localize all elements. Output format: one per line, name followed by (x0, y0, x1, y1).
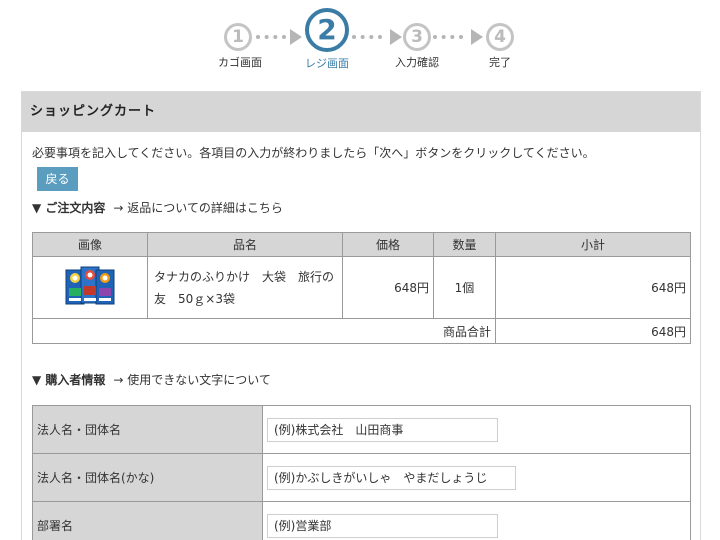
department-cell: (例)営業部 (262, 501, 691, 540)
step-complete: 4 完了 (480, 0, 520, 70)
product-image-cell (32, 256, 148, 319)
department-label: 部署名 (32, 501, 263, 540)
product-image[interactable] (64, 264, 116, 308)
buyer-form: 法人名・団体名 (例)株式会社 山田商事 法人名・団体名(かな) (例)かぶしき… (32, 405, 691, 540)
instruction-text: 必要事項を記入してください。各項目の入力が終わりましたら「次へ」ボタンをクリック… (32, 146, 595, 160)
col-price: 価格 (342, 232, 434, 257)
step-number-1: 1 (224, 23, 252, 51)
product-quantity: 1個 (433, 256, 496, 319)
form-row: 部署名 (例)営業部 (32, 501, 691, 540)
table-row: タナカのふりかけ 大袋 旅行の友 50ｇ×3袋 648円 1個 648円 (32, 256, 691, 319)
company-kana-input[interactable]: (例)かぶしきがいしゃ やまだしょうじ (267, 465, 516, 490)
company-name-cell: (例)株式会社 山田商事 (262, 405, 691, 454)
total-label: 商品合計 (32, 318, 496, 344)
order-header-row: 画像 品名 価格 数量 小計 (32, 232, 691, 257)
invalid-characters-link[interactable]: → 使用できない文字について (113, 373, 271, 387)
step-label: カゴ画面 (218, 56, 262, 69)
buyer-heading: ▼ 購入者情報 → 使用できない文字について (32, 371, 271, 388)
step-label: レジ画面 (305, 57, 349, 70)
returns-link[interactable]: → 返品についての詳細はこちら (113, 201, 283, 215)
product-name: タナカのふりかけ 大袋 旅行の友 50ｇ×3袋 (147, 256, 343, 319)
col-name: 品名 (147, 232, 343, 257)
step-label: 完了 (489, 56, 511, 69)
step-label: 入力確認 (395, 56, 439, 69)
order-heading-label: ▼ ご注文内容 (32, 201, 106, 215)
company-name-input[interactable]: (例)株式会社 山田商事 (267, 417, 498, 442)
buyer-heading-label: ▼ 購入者情報 (32, 373, 106, 387)
step-number-4: 4 (486, 23, 514, 51)
department-input[interactable]: (例)営業部 (267, 513, 498, 538)
total-value: 648円 (495, 318, 691, 344)
company-name-label: 法人名・団体名 (32, 405, 263, 454)
step-arrow (256, 29, 302, 45)
product-subtotal: 648円 (495, 256, 691, 319)
col-subtotal: 小計 (495, 232, 691, 257)
company-kana-cell: (例)かぶしきがいしゃ やまだしょうじ (262, 453, 691, 502)
step-register: 2 レジ画面 (302, 0, 352, 71)
company-kana-label: 法人名・団体名(かな) (32, 453, 263, 502)
shopping-cart-section: ショッピングカート 必要事項を記入してください。各項目の入力が終わりましたら「次… (21, 91, 701, 540)
total-row: 商品合計 648円 (32, 318, 691, 344)
back-button[interactable]: 戻る (37, 167, 78, 191)
step-cart: 1 カゴ画面 (218, 0, 262, 70)
step-number-2: 2 (305, 8, 349, 52)
col-qty: 数量 (433, 232, 496, 257)
order-table: 画像 品名 価格 数量 小計 タナカのふりかけ 大袋 旅行の友 50ｇ×3袋 6… (32, 232, 691, 344)
form-row: 法人名・団体名 (例)株式会社 山田商事 (32, 405, 691, 454)
product-price: 648円 (342, 256, 434, 319)
section-title: ショッピングカート (22, 92, 700, 132)
form-row: 法人名・団体名(かな) (例)かぶしきがいしゃ やまだしょうじ (32, 453, 691, 502)
step-arrow (433, 29, 483, 45)
checkout-steps: 1 カゴ画面 2 レジ画面 3 入力確認 4 完了 (0, 0, 720, 80)
col-image: 画像 (32, 232, 148, 257)
order-heading: ▼ ご注文内容 → 返品についての詳細はこちら (32, 199, 283, 216)
step-number-3: 3 (403, 23, 431, 51)
